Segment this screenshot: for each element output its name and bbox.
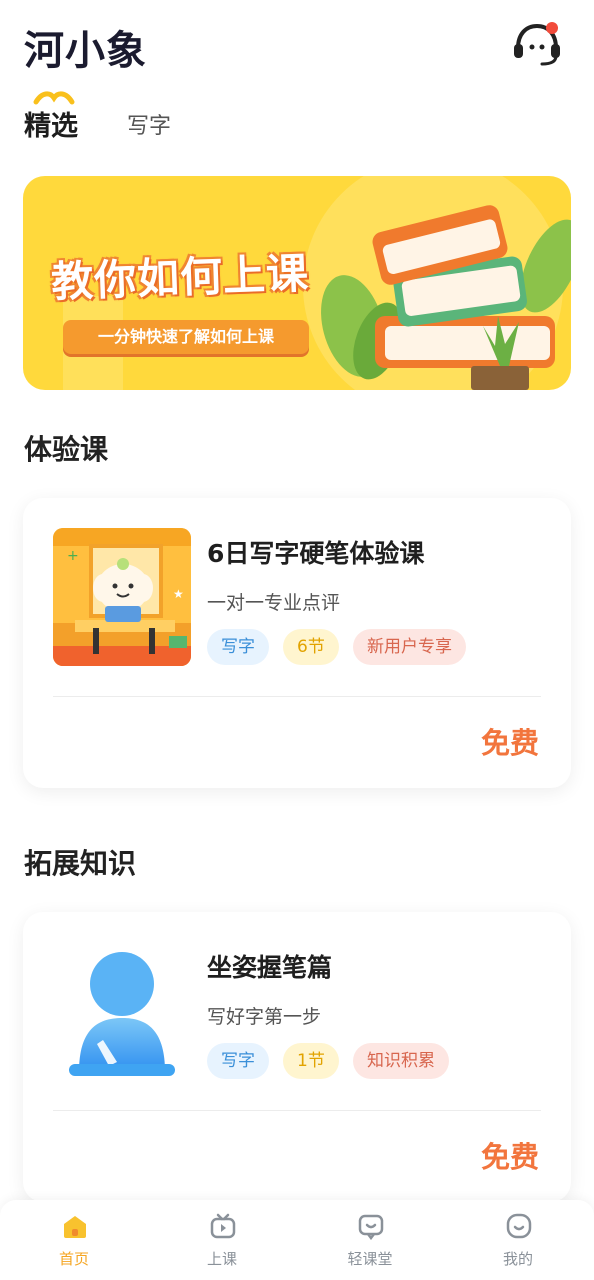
- nav-home-label: 首页: [58, 1250, 89, 1268]
- knowledge-course-name: 坐姿握笔篇: [207, 953, 333, 982]
- svg-text:+: +: [67, 548, 79, 564]
- profile-icon: [506, 1213, 532, 1239]
- bottom-navigation: 首页 上课 轻课堂 我的: [0, 1200, 594, 1280]
- knowledge-course-price[interactable]: 免费: [481, 1134, 539, 1176]
- knowledge-course-card[interactable]: 坐姿握笔篇 写好字第一步 写字 1节 知识积累 免费: [23, 912, 571, 1202]
- trial-course-name: 6日写字硬笔体验课: [207, 539, 425, 568]
- banner-title: 教你如何上课: [50, 248, 310, 307]
- home-icon: [64, 1216, 86, 1238]
- banner-subtitle: 一分钟快速了解如何上课: [63, 320, 309, 354]
- trial-course-desc: 一对一专业点评: [207, 592, 341, 614]
- knowledge-course-thumbnail: [53, 942, 191, 1080]
- promo-banner[interactable]: 教你如何上课 一分钟快速了解如何上课: [23, 176, 571, 390]
- nav-light-class[interactable]: 轻课堂: [296, 1200, 444, 1280]
- tab-writing[interactable]: 写字: [127, 108, 171, 140]
- nav-class-label: 上课: [206, 1250, 237, 1268]
- nav-home[interactable]: 首页: [0, 1200, 148, 1280]
- nav-profile-label: 我的: [502, 1250, 533, 1268]
- section-title-knowledge: 拓展知识: [24, 847, 137, 880]
- tag-lesson-count: 6节: [283, 629, 339, 665]
- section-title-trial: 体验课: [24, 433, 109, 466]
- app-title: 河小象: [24, 28, 147, 74]
- trial-course-thumbnail: + ★: [53, 528, 191, 666]
- card-divider: [53, 696, 541, 697]
- trial-course-price[interactable]: 免费: [481, 720, 539, 762]
- category-tabs: 精选 写字: [24, 90, 324, 146]
- tag-lesson-count: 1节: [283, 1043, 339, 1079]
- chat-tv-icon: [358, 1214, 384, 1240]
- tag-knowledge: 知识积累: [353, 1043, 449, 1079]
- customer-service-icon[interactable]: [510, 20, 564, 70]
- tag-subject: 写字: [207, 1043, 269, 1079]
- knowledge-course-desc: 写好字第一步: [207, 1006, 322, 1028]
- tag-new-user: 新用户专享: [353, 629, 466, 665]
- trial-course-card[interactable]: + ★ 6日写字硬笔体验课 一对一专业点评 写字 6节 新用户专享 免费: [23, 498, 571, 788]
- nav-profile[interactable]: 我的: [444, 1200, 592, 1280]
- tv-icon: [210, 1213, 236, 1239]
- card-divider: [53, 1110, 541, 1111]
- tag-subject: 写字: [207, 629, 269, 665]
- tab-featured[interactable]: 精选: [24, 104, 78, 143]
- nav-light-class-label: 轻课堂: [347, 1250, 393, 1268]
- nav-class[interactable]: 上课: [148, 1200, 296, 1280]
- svg-text:★: ★: [173, 587, 184, 601]
